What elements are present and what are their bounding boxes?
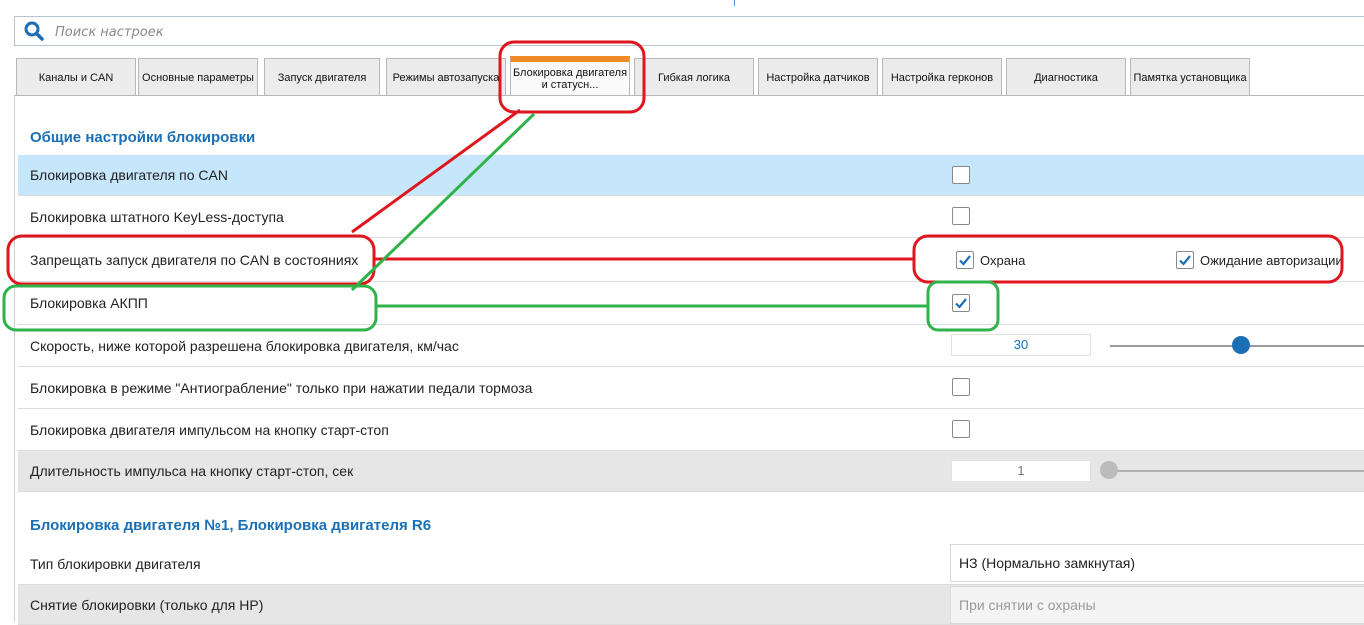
block-type-value: НЗ (Нормально замкнутая) bbox=[959, 555, 1136, 571]
unblock-select[interactable]: При снятии с охраны bbox=[950, 586, 1364, 624]
unblock-value: При снятии с охраны bbox=[959, 597, 1096, 613]
tab-engine-start[interactable]: Запуск двигателя bbox=[264, 58, 380, 96]
block-type-select[interactable]: НЗ (Нормально замкнутая) bbox=[950, 544, 1364, 582]
impulse-slider-thumb[interactable] bbox=[1100, 461, 1118, 479]
row-akpp: Блокировка АКПП bbox=[18, 282, 1364, 325]
row-impulse-block: Блокировка двигателя импульсом на кнопку… bbox=[18, 409, 1364, 451]
row-label: Тип блокировки двигателя bbox=[30, 555, 201, 572]
checkbox-antirobbery[interactable] bbox=[952, 378, 970, 396]
row-keyless: Блокировка штатного KeyLess-доступа bbox=[18, 196, 1364, 238]
top-divider bbox=[734, 0, 735, 6]
checkbox-keyless[interactable] bbox=[952, 207, 970, 225]
row-forbid-start: Запрещать запуск двигателя по CAN в сост… bbox=[18, 238, 1364, 282]
speed-input[interactable]: 30 bbox=[951, 334, 1091, 356]
speed-slider-thumb[interactable] bbox=[1232, 336, 1250, 354]
checkmark-icon bbox=[955, 298, 967, 309]
row-label: Блокировка АКПП bbox=[30, 295, 148, 311]
row-label: Скорость, ниже которой разрешена блокиро… bbox=[30, 337, 459, 354]
checkbox-akpp[interactable] bbox=[952, 294, 970, 312]
row-label: Блокировка двигателя по CAN bbox=[30, 167, 228, 183]
checkbox-can-block[interactable] bbox=[952, 166, 970, 184]
row-antirobbery: Блокировка в режиме "Антиограбление" тол… bbox=[18, 367, 1364, 409]
tab-channels-can[interactable]: Каналы и CAN bbox=[16, 58, 136, 96]
tab-installer-memo[interactable]: Памятка установщика bbox=[1130, 58, 1250, 96]
row-label: Блокировка двигателя импульсом на кнопку… bbox=[30, 421, 389, 438]
option-await-auth-label: Ожидание авторизации bbox=[1200, 253, 1343, 268]
checkmark-icon bbox=[1179, 255, 1191, 266]
checkmark-icon bbox=[959, 255, 971, 266]
checkbox-security[interactable] bbox=[956, 251, 974, 269]
tab-sensor-settings[interactable]: Настройка датчиков bbox=[758, 58, 878, 96]
tab-bar: Каналы и CAN Основные параметры Запуск д… bbox=[14, 56, 1364, 96]
search-icon bbox=[24, 21, 44, 41]
section-title-block1: Блокировка двигателя №1, Блокировка двиг… bbox=[30, 517, 432, 534]
section-title-general: Общие настройки блокировки bbox=[30, 129, 256, 146]
tab-flex-logic[interactable]: Гибкая логика bbox=[634, 58, 754, 96]
tab-main-params[interactable]: Основные параметры bbox=[138, 58, 258, 96]
checkbox-impulse-block[interactable] bbox=[952, 420, 970, 438]
row-can-block: Блокировка двигателя по CAN bbox=[18, 155, 1364, 196]
tab-reed-settings[interactable]: Настройка герконов bbox=[882, 58, 1002, 96]
row-label: Снятие блокировки (только для НР) bbox=[30, 596, 264, 613]
row-label: Длительность импульса на кнопку старт-ст… bbox=[30, 463, 354, 479]
impulse-slider-track[interactable] bbox=[1110, 470, 1364, 472]
checkbox-await-auth[interactable] bbox=[1176, 251, 1194, 269]
option-security-label: Охрана bbox=[980, 253, 1026, 268]
tab-diagnostics[interactable]: Диагностика bbox=[1006, 58, 1126, 96]
impulse-length-input[interactable]: 1 bbox=[951, 460, 1091, 482]
row-impulse-length: Длительность импульса на кнопку старт-ст… bbox=[18, 451, 1364, 492]
row-label: Запрещать запуск двигателя по CAN в сост… bbox=[30, 251, 359, 268]
tab-autostart-modes[interactable]: Режимы автозапуска bbox=[386, 58, 506, 96]
search-input[interactable] bbox=[53, 21, 657, 43]
search-bar[interactable] bbox=[14, 16, 1364, 46]
row-label: Блокировка штатного KeyLess-доступа bbox=[30, 208, 284, 225]
top-strip bbox=[0, 0, 1364, 10]
row-speed: Скорость, ниже которой разрешена блокиро… bbox=[18, 325, 1364, 367]
tab-engine-block[interactable]: Блокировка двигателя и статусн... bbox=[510, 56, 630, 96]
row-label: Блокировка в режиме "Антиограбление" тол… bbox=[30, 379, 533, 396]
